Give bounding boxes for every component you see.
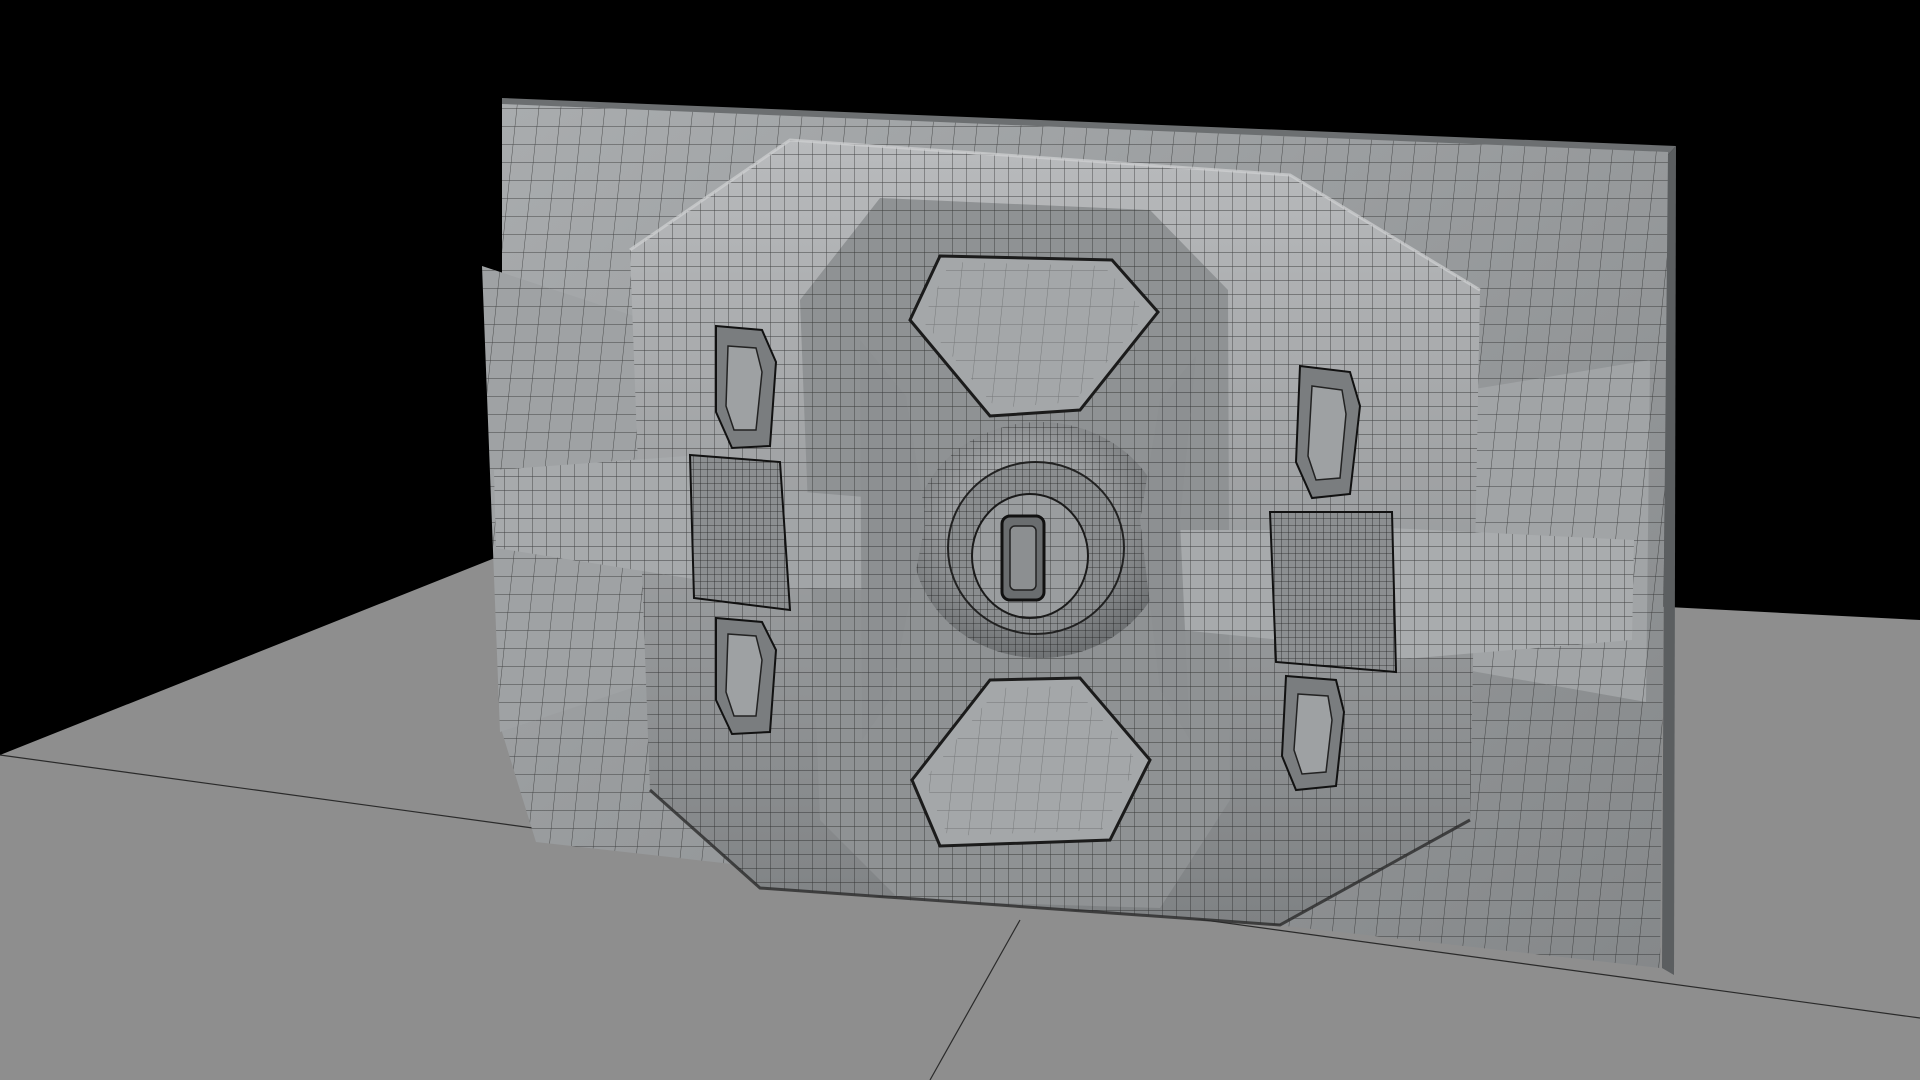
left-lower-vent-inner (725, 633, 763, 717)
right-bar-mesh (1180, 530, 1282, 640)
left-upper-vent-inner (725, 345, 763, 431)
right-lower-vent-inner (1293, 693, 1333, 775)
right-upper-vent-inner (1307, 385, 1347, 481)
right-bar-outer-mesh (1390, 528, 1634, 660)
3d-viewport[interactable] (0, 0, 1920, 1080)
left-clamp-mesh (690, 455, 790, 610)
hub-slot-inner (1009, 525, 1037, 591)
right-clamp-mesh (1270, 512, 1396, 672)
wireframe-render (0, 98, 1920, 1080)
